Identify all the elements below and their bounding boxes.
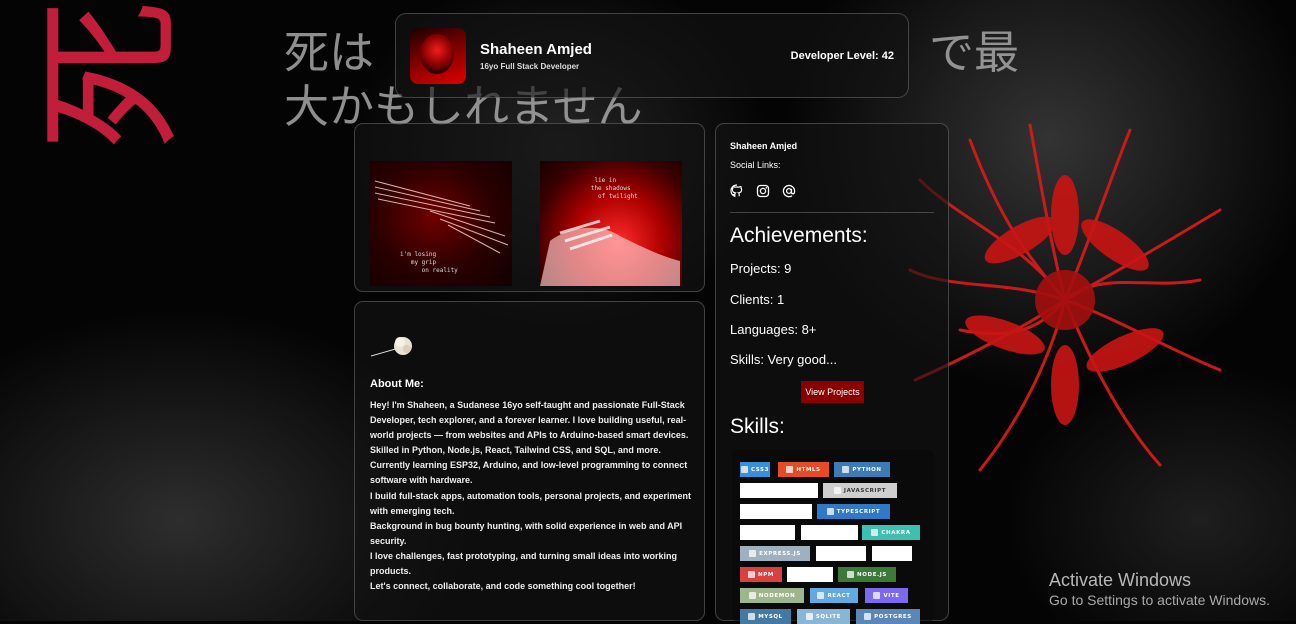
skill-logo-icon xyxy=(748,613,756,620)
view-projects-button[interactable]: View Projects xyxy=(801,381,864,403)
skill-badge-label: CHAKRA xyxy=(881,529,911,536)
about-card: About Me: Hey! I'm Shaheen, a Sudanese 1… xyxy=(354,301,705,621)
skill-logo-icon xyxy=(740,466,748,473)
red-spider-lily-image xyxy=(908,123,1222,472)
avatar[interactable] xyxy=(410,28,466,84)
skill-badge-label: CSS3 xyxy=(750,466,770,473)
skill-badge: VITE xyxy=(865,588,908,603)
skill-logo-icon xyxy=(833,487,841,494)
watermark-title: Activate Windows xyxy=(1049,570,1192,590)
skill-logo-icon xyxy=(871,529,879,536)
watermark-subtitle: Go to Settings to activate Windows. xyxy=(1049,592,1270,608)
profile-header-card: Shaheen Amjed 16yo Full Stack Developer … xyxy=(395,13,909,98)
social-links xyxy=(730,184,796,198)
skill-badge: EXPRESS.JS xyxy=(740,546,810,561)
skill-badge-label: HTML5 xyxy=(796,466,821,473)
skill-badge xyxy=(740,525,795,540)
github-icon[interactable] xyxy=(730,184,744,198)
skill-logo-icon xyxy=(748,571,756,578)
stat-clients: Clients: 1 xyxy=(730,292,785,307)
skill-badge: TYPESCRIPT xyxy=(817,504,890,519)
stat-projects: Projects: 9 xyxy=(730,261,792,276)
skill-badge xyxy=(787,567,833,582)
skill-badge: HTML5 xyxy=(778,462,829,477)
skill-badge: NODE.JS xyxy=(838,567,896,582)
skill-badge-label: JAVASCRIPT xyxy=(843,487,887,494)
skill-badge xyxy=(816,546,866,561)
skill-badge xyxy=(872,546,912,561)
artwork-hand-glitch: i'm losing my grip on reality xyxy=(370,161,512,286)
skill-badge: SQLITE xyxy=(797,609,850,624)
background-kanji: 死 xyxy=(26,0,200,150)
about-paragraph: Hey! I'm Shaheen, a Sudanese 16yo self-t… xyxy=(370,400,689,441)
profile-name: Shaheen Amjed xyxy=(730,141,798,151)
about-paragraph: Let's connect, collaborate, and code som… xyxy=(370,581,636,592)
skill-badge: CHAKRA xyxy=(862,525,920,540)
skill-logo-icon xyxy=(786,466,794,473)
skill-badge: NPM xyxy=(740,567,782,582)
flower-icon xyxy=(370,337,412,357)
skill-logo-icon xyxy=(748,592,756,599)
skill-badge: CSS3 xyxy=(740,462,770,477)
skill-badge-label: NODE.JS xyxy=(857,571,887,578)
about-paragraph: I build full-stack apps, automation tool… xyxy=(370,490,692,516)
skill-badge: REACT xyxy=(810,588,858,603)
skill-badge: MYSQL xyxy=(740,609,791,624)
stat-languages: Languages: 8+ xyxy=(730,322,817,337)
skills-badges: CSS3 HTML5 PYTHON JAVASCRIPT TYPESCRIPT CHAKR… xyxy=(732,450,934,624)
skill-logo-icon xyxy=(817,592,825,599)
skill-logo-icon xyxy=(873,592,881,599)
skill-badge xyxy=(740,504,812,519)
artwork-hand-red: lie in the shadows of twilight xyxy=(540,161,682,286)
artwork-caption-1: i'm losing my grip on reality xyxy=(400,251,458,274)
social-links-label: Social Links: xyxy=(730,160,781,170)
about-paragraph: I love challenges, fast prototyping, and… xyxy=(370,550,678,577)
skill-badge-label: MYSQL xyxy=(758,613,783,620)
windows-activation-watermark: Activate Windows Go to Settings to activ… xyxy=(1049,569,1270,609)
gallery-card: i'm losing my grip on reality lie in the… xyxy=(354,123,705,292)
skill-badge-label: VITE xyxy=(883,592,900,599)
skill-logo-icon xyxy=(864,613,872,620)
skill-badge xyxy=(801,525,858,540)
skill-logo-icon xyxy=(842,466,850,473)
skill-badge: JAVASCRIPT xyxy=(823,483,897,498)
skill-logo-icon xyxy=(805,613,813,620)
skill-badge: PYTHON xyxy=(834,462,890,477)
developer-level: Developer Level: 42 xyxy=(790,50,894,62)
background-quote-line2: で最 xyxy=(929,26,1020,79)
about-paragraph: Background in bug bounty hunting, with s… xyxy=(370,520,683,546)
skills-title: Skills: xyxy=(730,415,785,438)
skill-badge xyxy=(740,483,818,498)
achievements-title: Achievements: xyxy=(730,224,868,247)
skill-badge: POSTGRES xyxy=(856,609,920,624)
stat-skills: Skills: Very good... xyxy=(730,352,837,367)
about-title: About Me: xyxy=(370,378,424,390)
skill-badge-label: TYPESCRIPT xyxy=(836,508,881,515)
skill-logo-icon xyxy=(826,508,834,515)
skill-badge: NODEMON xyxy=(740,588,804,603)
skill-badge-label: EXPRESS.JS xyxy=(759,550,801,557)
about-text: Hey! I'm Shaheen, a Sudanese 16yo self-t… xyxy=(370,398,700,594)
profile-side-card: Shaheen Amjed Social Links: Achievements… xyxy=(715,123,949,624)
background-quote-line1: 死は xyxy=(284,26,375,79)
skill-logo-icon xyxy=(749,550,757,557)
about-paragraph: Skilled in Python, Node.js, React, Tailw… xyxy=(370,445,661,456)
divider xyxy=(730,212,934,213)
skill-badge-label: POSTGRES xyxy=(874,613,912,620)
skill-badge-label: PYTHON xyxy=(852,466,882,473)
instagram-icon[interactable] xyxy=(756,184,770,198)
at-sign-icon[interactable] xyxy=(782,184,796,198)
header-subtitle: 16yo Full Stack Developer xyxy=(480,62,580,71)
skill-logo-icon xyxy=(847,571,855,578)
skill-badge-label: SQLITE xyxy=(815,613,842,620)
skill-badge-label: REACT xyxy=(827,592,851,599)
skill-badge-label: NODEMON xyxy=(758,592,796,599)
skill-badge-label: NPM xyxy=(758,571,774,578)
about-paragraph: Currently learning ESP32, Arduino, and l… xyxy=(370,460,688,486)
artwork-caption-2: lie in the shadows of twilight xyxy=(590,177,638,200)
header-name: Shaheen Amjed xyxy=(480,41,592,58)
